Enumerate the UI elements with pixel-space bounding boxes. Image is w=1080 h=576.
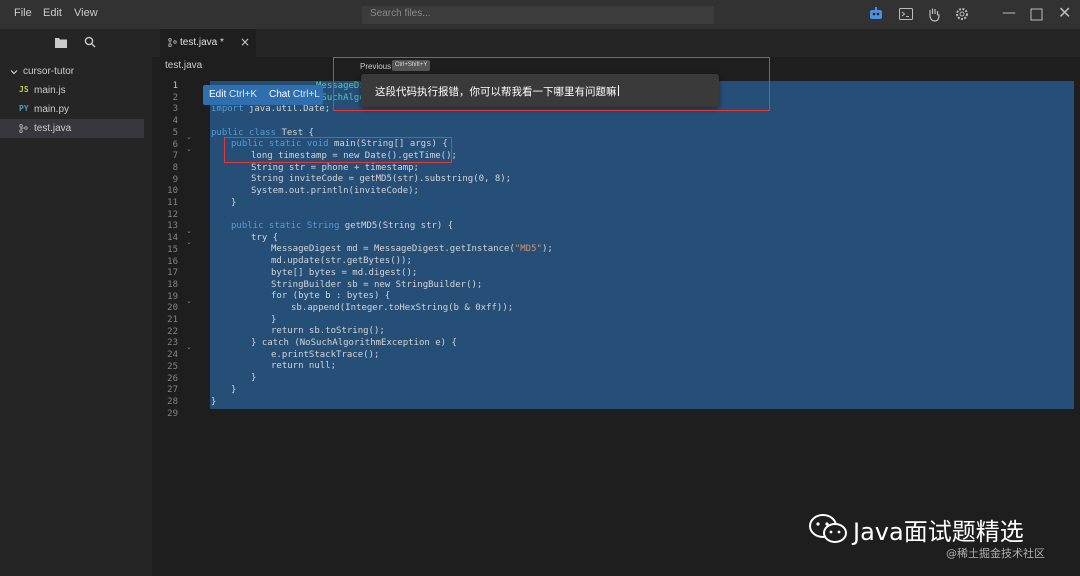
edit-button[interactable]: Edit Ctrl+K: [209, 89, 257, 100]
line-number: 14: [167, 233, 178, 244]
line-number: 12: [167, 209, 178, 220]
close-window-icon[interactable]: ✕: [1058, 3, 1071, 22]
fold-icon[interactable]: ⌄: [186, 343, 192, 351]
line-number: 11: [167, 198, 178, 208]
line-number: 27: [167, 385, 178, 396]
annotation-box-prompt: [333, 57, 770, 111]
code-line-20: sb.append(Integer.toHexString(b & 0xff))…: [291, 303, 514, 313]
py-file-icon: PY: [19, 104, 29, 113]
line-number: 10: [167, 186, 178, 197]
git-branch-icon: [168, 38, 177, 47]
annotation-box-code: [224, 137, 452, 163]
line-number: 20: [167, 303, 178, 314]
line-number: 25: [167, 361, 178, 372]
fold-icon[interactable]: ⌄: [186, 238, 192, 246]
code-line-25: return null;: [271, 361, 337, 371]
chat-button[interactable]: Chat Ctrl+L: [269, 89, 320, 100]
code-line-13: public static String getMD5(String str) …: [231, 221, 454, 231]
line-number: 13: [167, 221, 178, 232]
code-line-15: MessageDigest md = MessageDigest.getInst…: [271, 244, 553, 254]
breadcrumb[interactable]: test.java: [165, 60, 202, 71]
code-line-23: } catch (NoSuchAlgorithmException e) {: [251, 338, 457, 348]
tab-label: test.java *: [180, 37, 224, 48]
code-line-24: e.printStackTrace();: [271, 350, 380, 360]
line-number: 23: [167, 338, 178, 349]
code-line-26: }: [251, 373, 257, 383]
menu-file[interactable]: File: [14, 7, 32, 19]
line-number: 5: [172, 127, 178, 138]
search-input[interactable]: Search files...: [362, 6, 714, 24]
fold-icon[interactable]: ⌄: [186, 145, 192, 153]
tree-item-label: main.py: [34, 104, 70, 115]
line-number: 8: [172, 162, 178, 173]
gear-icon[interactable]: [954, 6, 970, 22]
line-number: 26: [167, 373, 178, 384]
tree-item-test-java[interactable]: test.java: [0, 119, 144, 138]
code-line-16: md.update(str.getBytes());: [271, 256, 412, 266]
inline-action-widget: Edit Ctrl+K Chat Ctrl+L: [203, 85, 323, 105]
line-number: 1: [172, 81, 178, 91]
fold-icon[interactable]: ⌄: [186, 297, 192, 305]
code-line-10: System.out.println(inviteCode);: [251, 186, 419, 196]
tree-folder[interactable]: cursor-tutor: [0, 65, 152, 79]
git-branch-icon: [19, 124, 28, 133]
menu-edit[interactable]: Edit: [43, 7, 62, 19]
wechat-icon: [809, 514, 847, 543]
tree-item-main-js[interactable]: JS main.js: [0, 81, 144, 100]
line-number: 2: [172, 92, 178, 103]
hand-icon[interactable]: [926, 6, 942, 22]
tree-folder-label: cursor-tutor: [23, 66, 75, 77]
line-number: 29: [167, 408, 178, 419]
terminal-icon[interactable]: [898, 6, 914, 22]
tree-item-label: main.js: [34, 85, 66, 96]
folder-icon[interactable]: [55, 37, 67, 48]
code-line-21: }: [271, 315, 277, 325]
line-number: 16: [167, 256, 178, 267]
line-number: 3: [172, 104, 178, 115]
code-line-14: try {: [251, 233, 279, 243]
line-number: 4: [172, 116, 178, 127]
line-number: 9: [172, 174, 178, 185]
tree-item-label: test.java: [34, 123, 72, 134]
close-icon[interactable]: ×: [240, 35, 250, 49]
chevron-down-icon: [10, 70, 18, 75]
watermark-title: Java面试题精选: [853, 518, 1024, 546]
line-number: 18: [167, 279, 178, 290]
code-line-11: }: [231, 198, 237, 208]
title-bar: File Edit View Search files... — ✕: [0, 0, 1080, 29]
code-line-27: }: [231, 385, 237, 395]
line-number: 21: [167, 315, 178, 325]
sidebar: cursor-tutor JS main.js PY main.py test.…: [0, 29, 152, 576]
menu-view[interactable]: View: [74, 7, 98, 19]
code-line-18: StringBuilder sb = new StringBuilder();: [271, 280, 483, 290]
tree-item-main-py[interactable]: PY main.py: [0, 100, 144, 119]
code-line-17: byte[] bytes = md.digest();: [271, 268, 418, 278]
js-file-icon: JS: [19, 85, 29, 94]
line-number: 19: [167, 291, 178, 302]
line-number: 28: [167, 396, 178, 407]
line-number: 7: [172, 151, 178, 162]
robot-icon[interactable]: [868, 6, 884, 22]
tab-test-java[interactable]: test.java * ×: [160, 29, 256, 57]
watermark-subtitle: @稀土掘金技术社区: [946, 547, 1045, 560]
line-number: 24: [167, 350, 178, 361]
minimize-icon[interactable]: —: [1002, 5, 1016, 21]
line-number: 22: [167, 326, 178, 337]
line-number: 6: [172, 139, 178, 150]
code-line-28: }: [211, 397, 217, 407]
code-line-22: return sb.toString();: [271, 326, 385, 336]
tab-bar: test.java * ×: [152, 29, 1080, 57]
code-line-9: String inviteCode = getMD5(str).substrin…: [251, 174, 512, 184]
search-placeholder: Search files...: [370, 8, 431, 19]
fold-icon[interactable]: ⌄: [186, 227, 192, 235]
maximize-icon[interactable]: [1029, 7, 1045, 23]
code-line-19: for (byte b : bytes) {: [271, 291, 391, 301]
search-icon[interactable]: [84, 36, 96, 48]
line-number: 15: [167, 244, 178, 255]
line-number: 17: [167, 268, 178, 279]
code-line-3: import java.util.Date;: [211, 104, 331, 114]
code-line-8: String str = phone + timestamp;: [251, 163, 419, 173]
fold-icon[interactable]: ⌄: [186, 133, 192, 141]
